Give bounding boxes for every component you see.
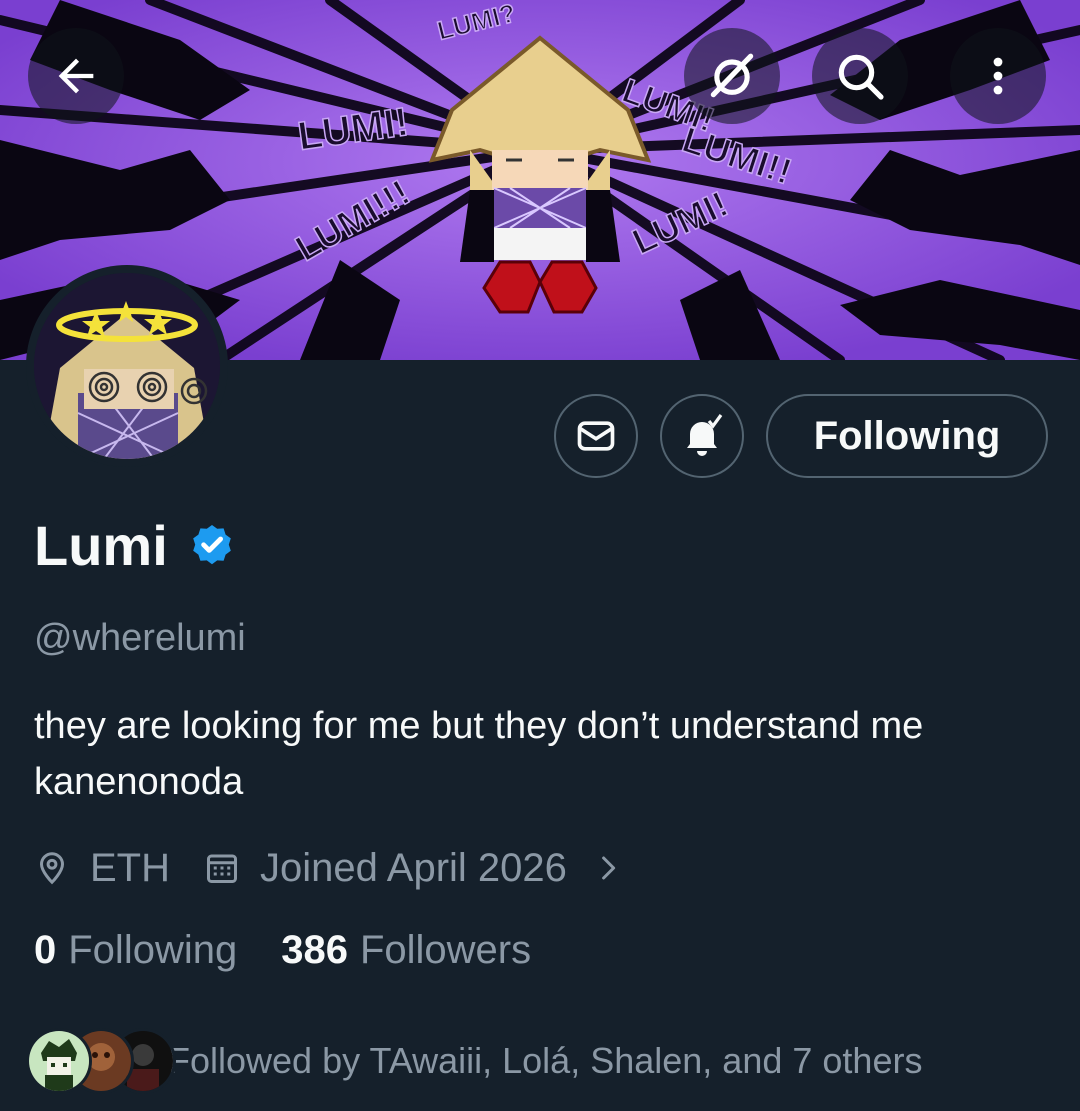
joined-text: Joined April 2026 xyxy=(260,845,567,890)
location-text: ETH xyxy=(90,845,170,890)
followers-stat[interactable]: 386 Followers xyxy=(281,928,531,973)
more-options-button[interactable] xyxy=(950,28,1046,124)
profile-avatar[interactable] xyxy=(26,265,228,467)
followers-label: Followers xyxy=(359,928,532,972)
following-stat[interactable]: 0 Following xyxy=(34,928,237,973)
verified-badge-icon[interactable] xyxy=(188,522,236,570)
grok-button[interactable] xyxy=(684,28,780,124)
location-item: ETH xyxy=(34,846,170,891)
calendar-icon xyxy=(207,854,237,883)
arrow-left-icon xyxy=(58,58,94,94)
name-row: Lumi xyxy=(34,514,236,578)
location-pin-icon xyxy=(39,852,65,885)
followed-by-row[interactable]: Followed by TAwaiii, Lolá, Shalen, and 7… xyxy=(26,1026,922,1096)
following-label: Following xyxy=(68,928,238,972)
profile-bio: they are looking for me but they don’t u… xyxy=(34,705,945,803)
search-button[interactable] xyxy=(812,28,908,124)
following-button[interactable]: Following xyxy=(766,394,1048,478)
notifications-button[interactable] xyxy=(660,394,744,478)
user-handle: @wherelumi xyxy=(34,617,246,659)
message-button[interactable] xyxy=(554,394,638,478)
joined-item[interactable]: Joined April 2026 xyxy=(204,846,643,891)
more-vertical-icon xyxy=(993,57,1003,95)
followed-by-text: Followed by TAwaiii, Lolá, Shalen, and 7… xyxy=(168,1040,923,1081)
envelope-icon xyxy=(577,421,615,451)
mutual-avatars xyxy=(26,1028,176,1094)
mutual-avatar xyxy=(26,1028,92,1094)
back-button[interactable] xyxy=(28,28,124,124)
profile-page: LUMI! LUMI!!! LUMI! LUMI!! LUMI! LUMI? F… xyxy=(0,0,1080,1111)
avatar-image xyxy=(34,273,220,459)
following-count: 0 xyxy=(34,928,57,972)
grok-icon xyxy=(710,53,754,98)
follow-stats: 0 Following 386 Followers xyxy=(34,928,531,973)
chevron-right-icon xyxy=(602,856,616,880)
search-icon xyxy=(838,54,884,100)
bell-check-icon xyxy=(687,414,723,456)
profile-meta: ETH Joined April 2026 xyxy=(34,840,643,896)
followers-count: 386 xyxy=(281,928,348,972)
display-name: Lumi xyxy=(34,514,168,577)
